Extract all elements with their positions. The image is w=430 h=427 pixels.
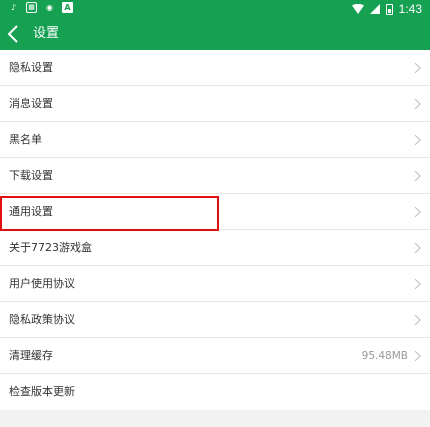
chevron-right-icon: [414, 134, 421, 146]
settings-item-label: 隐私设置: [9, 61, 53, 74]
chevron-right-icon: [414, 314, 421, 326]
battery-level: [387, 8, 391, 13]
status-bar-right: 1:43: [351, 2, 422, 16]
page-title: 设置: [33, 26, 60, 41]
status-bar: ♪ ▦ ◉ A 1:43: [0, 0, 430, 18]
settings-item-value: 95.48MB: [361, 350, 408, 362]
settings-item-label: 清理缓存: [9, 349, 53, 362]
chevron-right-icon: [414, 278, 421, 290]
sim-icon: ◉: [46, 3, 53, 12]
app-icon: ▦: [26, 2, 37, 13]
chevron-right-icon: [414, 350, 421, 362]
settings-item-message[interactable]: 消息设置: [0, 86, 430, 122]
chevron-right-icon: [414, 170, 421, 182]
settings-item-label: 黑名单: [9, 133, 42, 146]
tiktok-icon: ♪: [10, 3, 17, 12]
chevron-right-icon: [414, 206, 421, 218]
signal-icon: [369, 4, 380, 14]
settings-item-clear-cache[interactable]: 清理缓存 95.48MB: [0, 338, 430, 374]
settings-item-user-agreement[interactable]: 用户使用协议: [0, 266, 430, 302]
settings-list: 隐私设置消息设置黑名单下载设置通用设置关于7723游戏盒 用户使用协议 隐私政策协议…: [0, 50, 430, 410]
chevron-right-icon: [414, 98, 421, 110]
settings-item-check-update[interactable]: 检查版本更新: [0, 374, 430, 410]
settings-item-label: 消息设置: [9, 97, 53, 110]
settings-item-label: 检查版本更新: [9, 385, 75, 398]
notification-icon: A: [62, 2, 73, 13]
settings-item-privacy[interactable]: 隐私设置: [0, 50, 430, 86]
settings-item-general[interactable]: 通用设置: [0, 194, 430, 230]
app-bar: 设置: [0, 18, 430, 50]
back-button[interactable]: [4, 20, 26, 48]
settings-item-label: 下载设置: [9, 169, 53, 182]
status-time: 1:43: [398, 2, 422, 16]
settings-item-download[interactable]: 下载设置: [0, 158, 430, 194]
settings-item-about[interactable]: 关于7723游戏盒: [0, 230, 430, 266]
chevron-left-icon: [7, 25, 18, 43]
settings-item-label: 用户使用协议: [9, 277, 75, 290]
chevron-right-icon: [414, 62, 421, 74]
battery-icon: [385, 3, 393, 15]
settings-item-label: 隐私政策协议: [9, 313, 75, 326]
settings-item-label: 关于7723游戏盒: [9, 241, 92, 254]
chevron-right-icon: [414, 242, 421, 254]
status-bar-left: ♪ ▦ ◉ A: [8, 2, 73, 13]
settings-item-blacklist[interactable]: 黑名单: [0, 122, 430, 158]
settings-item-label: 通用设置: [9, 205, 53, 218]
wifi-icon: [351, 4, 364, 14]
settings-item-privacy-policy[interactable]: 隐私政策协议: [0, 302, 430, 338]
